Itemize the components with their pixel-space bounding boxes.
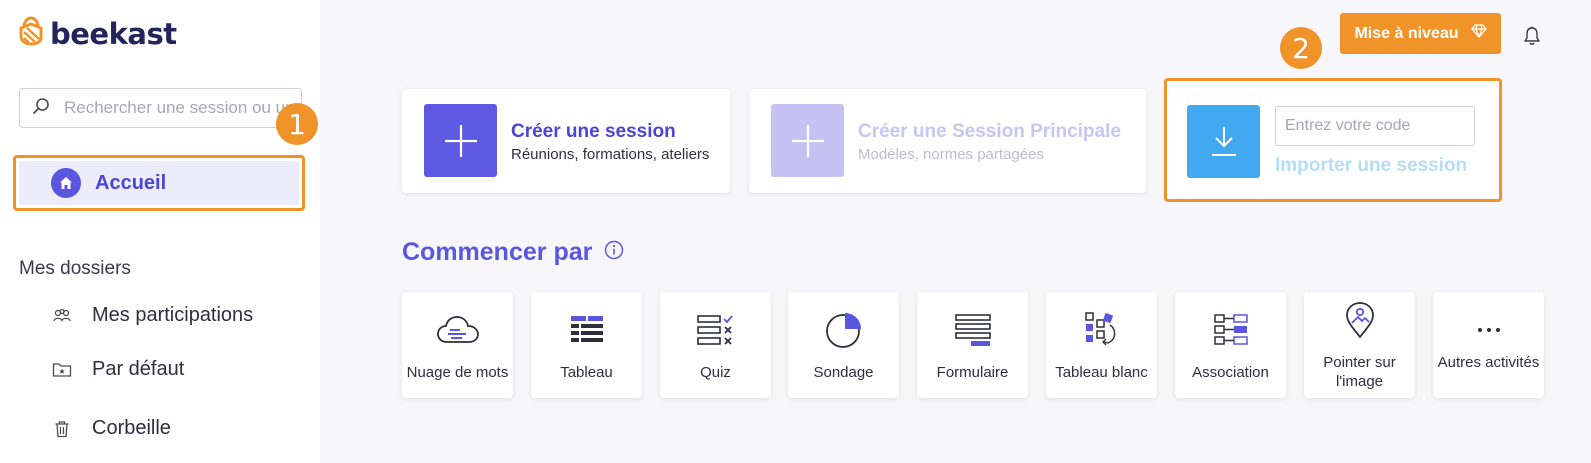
tile-label: Formulaire (936, 364, 1009, 381)
upgrade-button-label: Mise à niveau (1354, 24, 1459, 42)
create-session-card[interactable]: Créer une session Réunions, formations, … (402, 89, 730, 193)
info-icon[interactable] (604, 238, 624, 267)
tile-label: Autres activités (1437, 354, 1540, 371)
session-code-input[interactable] (1275, 106, 1475, 146)
brand-name: beekast (50, 16, 177, 51)
sidebar: beekast Accueil Mes dossiers (0, 0, 320, 463)
annotation-badge-2: 2 (1280, 27, 1322, 69)
diamond-icon (1470, 24, 1487, 43)
activity-tile-whiteboard[interactable]: Tableau blanc (1046, 292, 1157, 398)
tile-label: Quiz (700, 364, 731, 381)
activity-tile-point-image[interactable]: Pointer sur l'image (1304, 292, 1415, 398)
activity-tile-word-cloud[interactable]: Nuage de mots (402, 292, 513, 398)
tile-label: Tableau blanc (1055, 364, 1148, 381)
cloud-icon (402, 310, 513, 350)
activity-tile-table[interactable]: Tableau (531, 292, 642, 398)
activity-tile-more[interactable]: Autres activités (1433, 292, 1544, 398)
download-icon[interactable] (1187, 105, 1260, 178)
activity-tile-form[interactable]: Formulaire (917, 292, 1028, 398)
whiteboard-icon (1046, 310, 1157, 350)
import-session-link[interactable]: Importer une session (1275, 155, 1467, 177)
tile-label: Tableau (560, 364, 613, 381)
start-section-title: Commencer par (402, 238, 624, 267)
people-icon (52, 306, 72, 326)
tile-label: Association (1192, 364, 1269, 381)
start-title-text: Commencer par (402, 238, 593, 266)
sidebar-item-participations[interactable]: Mes participations (52, 304, 253, 327)
folders-section-title: Mes dossiers (19, 258, 131, 279)
nav-home-highlight[interactable]: Accueil (13, 155, 305, 211)
sidebar-item-label: Corbeille (92, 417, 171, 439)
create-session-subtitle: Réunions, formations, ateliers (511, 146, 710, 163)
import-session-card: Importer une session (1164, 78, 1502, 202)
tile-label: Pointer sur l'image (1323, 354, 1396, 390)
more-icon (1433, 310, 1544, 350)
association-icon (1175, 310, 1286, 350)
search-icon (32, 97, 50, 120)
quiz-icon (660, 310, 771, 350)
tile-label: Nuage de mots (406, 364, 509, 381)
annotation-badge-1: 1 (276, 103, 318, 145)
search-box[interactable] (19, 88, 302, 128)
trash-icon (52, 419, 72, 439)
bell-icon[interactable] (1521, 25, 1543, 47)
plus-icon (771, 104, 844, 177)
sidebar-item-home-label: Accueil (95, 171, 167, 194)
activity-tile-association[interactable]: Association (1175, 292, 1286, 398)
tile-label: Sondage (813, 364, 874, 381)
search-input[interactable] (64, 98, 294, 118)
sidebar-item-label: Par défaut (92, 358, 185, 380)
sidebar-item-trash[interactable]: Corbeille (52, 417, 171, 440)
create-main-session-title: Créer une Session Principale (858, 121, 1121, 142)
plus-icon (424, 104, 497, 177)
beekast-logo-icon (18, 16, 44, 51)
create-main-session-card[interactable]: Créer une Session Principale Modèles, no… (749, 89, 1146, 193)
folder-star-icon (52, 360, 72, 380)
sidebar-item-home[interactable]: Accueil (19, 161, 299, 205)
pie-chart-icon (788, 310, 899, 350)
form-icon (917, 310, 1028, 350)
home-icon (51, 168, 81, 198)
table-icon (531, 310, 642, 350)
activity-tile-quiz[interactable]: Quiz (660, 292, 771, 398)
create-session-title: Créer une session (511, 121, 676, 142)
activity-tile-poll[interactable]: Sondage (788, 292, 899, 398)
logo[interactable]: beekast (18, 16, 177, 51)
sidebar-item-default[interactable]: Par défaut (52, 358, 184, 381)
sidebar-item-label: Mes participations (92, 304, 254, 326)
map-pin-icon (1304, 300, 1415, 340)
upgrade-button[interactable]: Mise à niveau (1340, 13, 1501, 54)
create-main-session-subtitle: Modèles, normes partagées (858, 146, 1044, 163)
